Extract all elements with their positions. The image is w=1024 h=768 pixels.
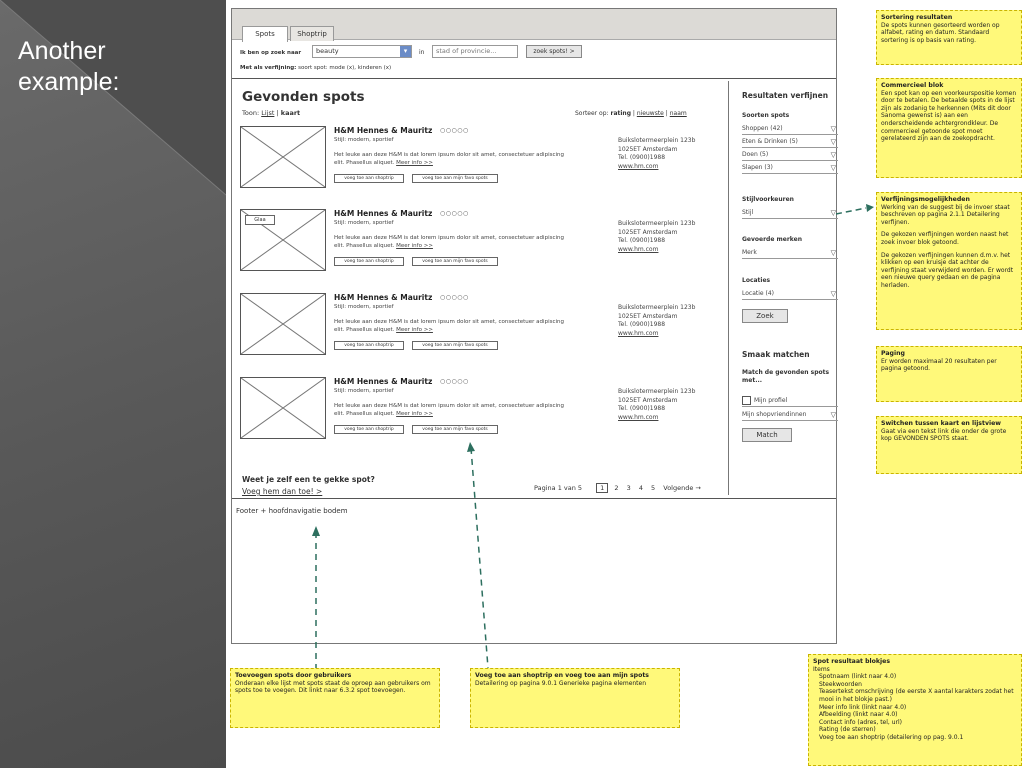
note-title: Sortering resultaten xyxy=(881,14,953,21)
note-view-switch: Switchen tussen kaart en lijstview Gaat … xyxy=(876,416,1022,474)
note-paging: Paging Er worden maximaal 20 resultaten … xyxy=(876,346,1022,402)
note-result-blocks: Spot resultaat blokjes Items Spotnaam (l… xyxy=(808,654,1022,766)
note-item: Contact info (adres, tel, url) xyxy=(819,718,903,726)
note-body: De gekozen verfijningen kunnen d.m.v. he… xyxy=(881,251,1014,289)
note-title: Toevoegen spots door gebruikers xyxy=(235,672,352,679)
note-body: Er worden maximaal 20 resultaten per pag… xyxy=(881,357,997,373)
slide-title: Another example: xyxy=(18,36,119,98)
note-add-to-trip: Voeg toe aan shoptrip en voeg toe aan mi… xyxy=(470,668,680,728)
note-item: Voeg toe aan shoptrip (detailering op pa… xyxy=(819,733,964,741)
note-user-spots: Toevoegen spots door gebruikers Onderaan… xyxy=(230,668,440,728)
note-body: Detailering op pagina 9.0.1 Generieke pa… xyxy=(475,679,647,687)
note-title: Switchen tussen kaart en lijstview xyxy=(881,420,1002,427)
note-sorting: Sortering resultaten De spots kunnen ges… xyxy=(876,10,1022,65)
note-body: Werking van de suggest bij de invoer sta… xyxy=(881,203,1010,226)
note-body: De gekozen verfijningen worden naast het… xyxy=(881,231,1009,246)
note-commercial-block: Commercieel blok Een spot kan op een voo… xyxy=(876,78,1022,178)
note-item: Teasertekst omschrijving (de eerste X aa… xyxy=(819,688,1014,703)
note-title: Voeg toe aan shoptrip en voeg toe aan mi… xyxy=(475,672,649,679)
wireframe-canvas: Spots Shoptrip Ik ben op zoek naar beaut… xyxy=(226,0,1024,768)
note-item: Meer info link (linkt naar 4.0) xyxy=(819,703,907,711)
note-refinement: Verfijningsmogelijkheden Werking van de … xyxy=(876,192,1022,330)
note-title: Paging xyxy=(881,350,905,357)
note-body: De spots kunnen gesorteerd worden op alf… xyxy=(881,21,1000,44)
note-title: Verfijningsmogelijkheden xyxy=(881,196,970,203)
slide-decoration xyxy=(0,0,226,196)
slide-title-line-2: example: xyxy=(18,68,120,96)
note-item: Rating (de sterren) xyxy=(819,726,876,734)
note-title: Spot resultaat blokjes xyxy=(813,658,891,665)
slide-left-panel: Another example: xyxy=(0,0,226,768)
note-body: Een spot kan op een voorkeurspositie kom… xyxy=(881,89,1017,143)
note-body: Onderaan elke lijst met spots staat de o… xyxy=(235,679,431,695)
note-item: Steekwoorden xyxy=(819,680,862,688)
note-item: Afbeelding (linkt naar 4.0) xyxy=(819,711,898,719)
note-item: Spotnaam (linkt naar 4.0) xyxy=(819,673,897,681)
note-item: Items xyxy=(813,665,830,673)
slide-title-line-1: Another xyxy=(18,37,106,65)
note-body: Gaat via een tekst link die onder de gro… xyxy=(881,427,1007,443)
note-title: Commercieel blok xyxy=(881,82,944,89)
